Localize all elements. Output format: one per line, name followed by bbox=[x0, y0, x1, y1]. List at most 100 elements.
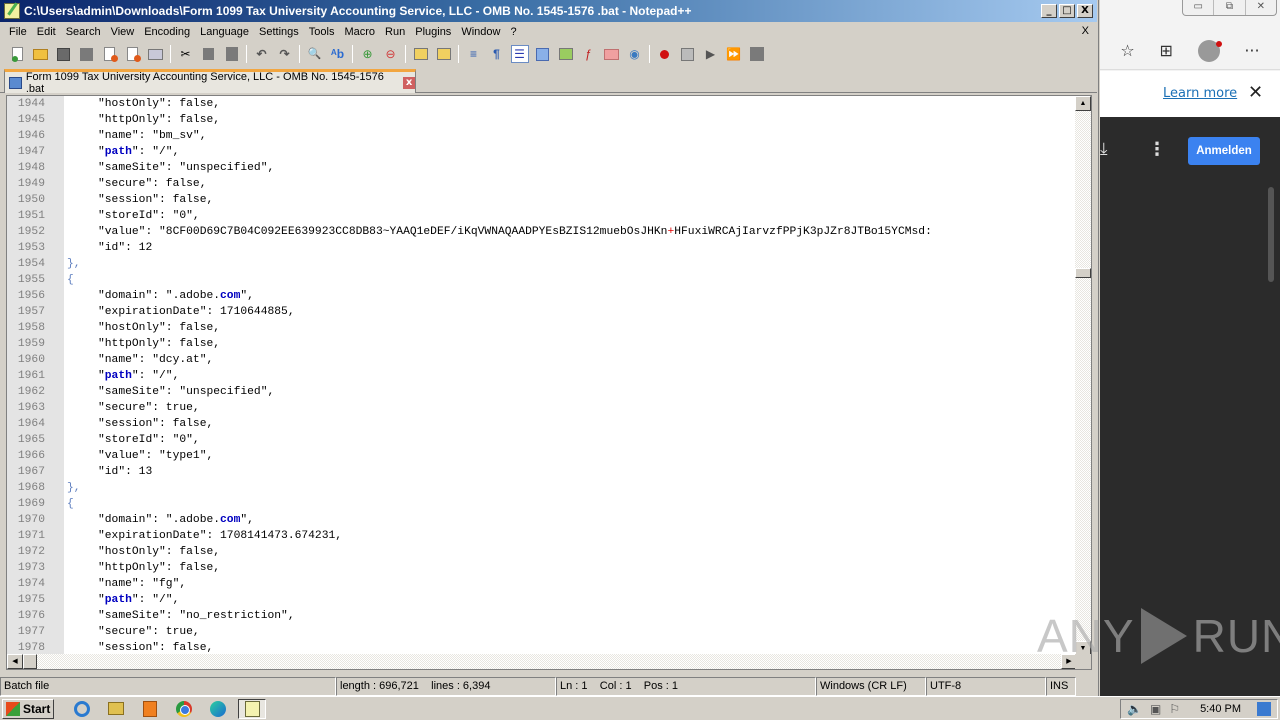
network-icon[interactable]: ▣ bbox=[1150, 702, 1161, 716]
print-icon[interactable] bbox=[147, 45, 165, 63]
scroll-up-button[interactable]: ▲ bbox=[1075, 96, 1091, 111]
taskbar-edge[interactable] bbox=[204, 699, 232, 719]
code-line[interactable]: "name": "fg", bbox=[64, 576, 1077, 592]
open-file-icon[interactable] bbox=[32, 45, 50, 63]
code-line[interactable]: }, bbox=[64, 480, 1077, 496]
taskbar-media-player[interactable] bbox=[136, 699, 164, 719]
taskbar-file-explorer[interactable] bbox=[102, 699, 130, 719]
sync-horizontal-icon[interactable] bbox=[435, 45, 453, 63]
code-area[interactable]: "hostOnly": false, "httpOnly": false, "nam… bbox=[64, 96, 1077, 656]
editor[interactable]: 1944 1945 1946 1947 1948 1949 1950 1951 1952 1953… bbox=[6, 95, 1092, 670]
stop-recording-icon[interactable] bbox=[679, 45, 697, 63]
sign-in-button[interactable]: Anmelden bbox=[1188, 137, 1260, 165]
record-macro-icon[interactable] bbox=[656, 45, 674, 63]
learn-more-link[interactable]: Learn more bbox=[1163, 86, 1237, 101]
code-line[interactable]: "session": false, bbox=[64, 192, 1077, 208]
code-line[interactable]: "path": "/", bbox=[64, 368, 1077, 384]
sync-vertical-icon[interactable] bbox=[412, 45, 430, 63]
function-list-icon[interactable]: ƒ bbox=[580, 45, 598, 63]
run-macro-multiple-icon[interactable]: ⏩ bbox=[725, 45, 743, 63]
menu-plugins[interactable]: Plugins bbox=[411, 26, 457, 38]
code-line[interactable]: "path": "/", bbox=[64, 144, 1077, 160]
horizontal-scrollbar[interactable]: ◀ ▶ bbox=[7, 654, 1077, 669]
code-line[interactable]: "sameSite": "no_restriction", bbox=[64, 608, 1077, 624]
code-line[interactable]: "httpOnly": false, bbox=[64, 336, 1077, 352]
profile-avatar[interactable] bbox=[1197, 39, 1222, 62]
code-line[interactable]: "id": 13 bbox=[64, 464, 1077, 480]
code-line[interactable]: "name": "dcy.at", bbox=[64, 352, 1077, 368]
code-line[interactable]: "path": "/", bbox=[64, 592, 1077, 608]
save-macro-icon[interactable] bbox=[748, 45, 766, 63]
code-line[interactable]: "session": false, bbox=[64, 416, 1077, 432]
code-line[interactable]: "value": "8CF00D69C7B04C092EE639923CC8DB… bbox=[64, 224, 1077, 240]
start-button[interactable]: Start bbox=[2, 698, 54, 719]
horizontal-scroll-thumb[interactable] bbox=[23, 654, 37, 669]
close-banner-icon[interactable]: ✕ bbox=[1248, 82, 1263, 103]
volume-icon[interactable]: 🔈 bbox=[1127, 702, 1142, 716]
replace-icon[interactable]: ᴬb bbox=[329, 45, 347, 63]
code-line[interactable]: "httpOnly": false, bbox=[64, 560, 1077, 576]
show-desktop-icon[interactable] bbox=[1257, 702, 1272, 716]
close-icon[interactable] bbox=[101, 45, 119, 63]
vertical-scroll-thumb[interactable] bbox=[1075, 268, 1091, 278]
download-icon[interactable]: ⤓ bbox=[1100, 139, 1108, 159]
code-line[interactable]: "id": 12 bbox=[64, 240, 1077, 256]
scroll-left-button[interactable]: ◀ bbox=[7, 654, 23, 669]
code-line[interactable]: "value": "type1", bbox=[64, 448, 1077, 464]
code-line[interactable]: "hostOnly": false, bbox=[64, 320, 1077, 336]
minimize-button[interactable]: _ bbox=[1041, 4, 1057, 18]
copy-icon[interactable] bbox=[200, 45, 218, 63]
playback-macro-icon[interactable]: ▶ bbox=[702, 45, 720, 63]
close-all-icon[interactable] bbox=[124, 45, 142, 63]
more-options-icon[interactable]: ··· bbox=[1244, 41, 1259, 60]
zoom-out-icon[interactable]: ⊖ bbox=[382, 45, 400, 63]
document-tab[interactable]: Form 1099 Tax University Accounting Serv… bbox=[4, 69, 416, 95]
code-line[interactable]: "secure": true, bbox=[64, 400, 1077, 416]
code-line[interactable]: "secure": true, bbox=[64, 624, 1077, 640]
folder-as-workspace-icon[interactable] bbox=[603, 45, 621, 63]
close-tab-icon[interactable]: x bbox=[403, 76, 416, 89]
vertical-scrollbar[interactable]: ▲ ▼ bbox=[1075, 96, 1091, 656]
title-bar[interactable]: C:\Users\admin\Downloads\Form 1099 Tax U… bbox=[0, 0, 1097, 22]
close-document-button[interactable]: X bbox=[1082, 25, 1089, 37]
menu-tools[interactable]: Tools bbox=[305, 26, 341, 38]
paste-icon[interactable] bbox=[223, 45, 241, 63]
menu-view[interactable]: View bbox=[107, 26, 141, 38]
word-wrap-icon[interactable]: ≡ bbox=[465, 45, 483, 63]
menu-run[interactable]: Run bbox=[381, 26, 411, 38]
resize-grip[interactable] bbox=[1076, 677, 1097, 696]
code-line[interactable]: "httpOnly": false, bbox=[64, 112, 1077, 128]
code-line[interactable]: "hostOnly": false, bbox=[64, 96, 1077, 112]
menu-macro[interactable]: Macro bbox=[340, 26, 381, 38]
code-line[interactable]: "secure": false, bbox=[64, 176, 1077, 192]
action-center-flag-icon[interactable]: ⚐ bbox=[1169, 702, 1180, 716]
show-all-chars-icon[interactable]: ¶ bbox=[488, 45, 506, 63]
collections-icon[interactable]: ⊞ bbox=[1159, 41, 1172, 60]
indent-guide-icon[interactable]: ☰ bbox=[510, 45, 529, 63]
code-line[interactable]: }, bbox=[64, 256, 1077, 272]
document-map-icon[interactable] bbox=[557, 45, 575, 63]
code-line[interactable]: "domain": ".adobe.com", bbox=[64, 288, 1077, 304]
code-line[interactable]: "sameSite": "unspecified", bbox=[64, 160, 1077, 176]
menu-edit[interactable]: Edit bbox=[33, 26, 62, 38]
menu-search[interactable]: Search bbox=[62, 26, 107, 38]
taskbar-internet-explorer[interactable] bbox=[68, 699, 96, 719]
taskbar-chrome[interactable] bbox=[170, 699, 198, 719]
code-line[interactable]: "hostOnly": false, bbox=[64, 544, 1077, 560]
menu-file[interactable]: File bbox=[5, 26, 33, 38]
redo-icon[interactable]: ↷ bbox=[276, 45, 294, 63]
language-udl-icon[interactable] bbox=[534, 45, 552, 63]
code-line[interactable]: "expirationDate": 1708141473.674231, bbox=[64, 528, 1077, 544]
menu-settings[interactable]: Settings bbox=[255, 26, 305, 38]
new-file-icon[interactable] bbox=[9, 45, 27, 63]
edge-minimize-button[interactable]: ▭ bbox=[1183, 0, 1215, 15]
edge-close-button[interactable]: ✕ bbox=[1246, 0, 1276, 15]
close-button[interactable]: X bbox=[1077, 4, 1093, 18]
save-all-icon[interactable] bbox=[78, 45, 96, 63]
code-line[interactable]: "sameSite": "unspecified", bbox=[64, 384, 1077, 400]
save-icon[interactable] bbox=[55, 45, 73, 63]
cut-icon[interactable]: ✂ bbox=[177, 45, 195, 63]
menu-window[interactable]: Window bbox=[457, 26, 506, 38]
code-line[interactable]: "domain": ".adobe.com", bbox=[64, 512, 1077, 528]
kebab-menu-icon[interactable]: ⋮ bbox=[1148, 139, 1166, 160]
